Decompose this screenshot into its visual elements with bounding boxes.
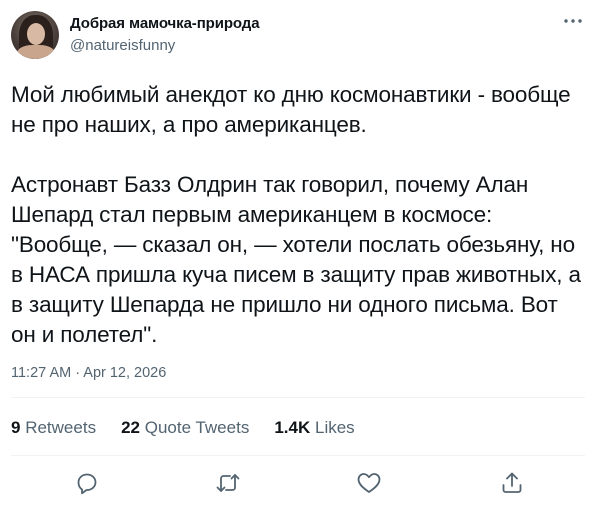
reply-icon: [77, 473, 97, 495]
likes-count: 1.4K: [274, 418, 311, 437]
quotes-count: 22: [121, 418, 140, 437]
likes-stat[interactable]: 1.4K Likes: [274, 418, 354, 438]
avatar[interactable]: [11, 11, 59, 59]
tweet-stats: 9 Retweets 22 Quote Tweets 1.4K Likes: [11, 418, 380, 438]
quotes-label: Quote Tweets: [144, 418, 250, 437]
retweets-stat[interactable]: 9 Retweets: [11, 418, 96, 438]
divider: [11, 455, 585, 456]
avatar-face: [27, 23, 45, 45]
tweet-text: Мой любимый анекдот ко дню космонавтики …: [11, 80, 581, 350]
retweet-icon: [216, 474, 240, 492]
reply-button[interactable]: [70, 466, 104, 500]
action-bar: [50, 466, 550, 500]
tweet-timestamp[interactable]: 11:27 AM · Apr 12, 2026: [11, 365, 166, 381]
more-horizontal-icon[interactable]: [562, 10, 584, 32]
like-button[interactable]: [352, 466, 386, 500]
tweet-paragraph-1: Мой любимый анекдот ко дню космонавтики …: [11, 82, 571, 137]
tweet-paragraph-2: Астронавт Базз Олдрин так говорил, почем…: [11, 172, 581, 347]
divider: [11, 397, 585, 398]
likes-label: Likes: [314, 418, 355, 437]
quotes-stat[interactable]: 22 Quote Tweets: [121, 418, 249, 438]
display-name[interactable]: Добрая мамочка-природа: [70, 15, 260, 32]
retweets-count: 9: [11, 418, 21, 437]
share-icon: [502, 472, 522, 493]
heart-icon: [357, 473, 381, 493]
retweet-button[interactable]: [211, 466, 245, 500]
retweets-label: Retweets: [25, 418, 97, 437]
handle[interactable]: @natureisfunny: [70, 37, 175, 54]
avatar-body: [17, 45, 55, 59]
share-button[interactable]: [495, 466, 529, 500]
